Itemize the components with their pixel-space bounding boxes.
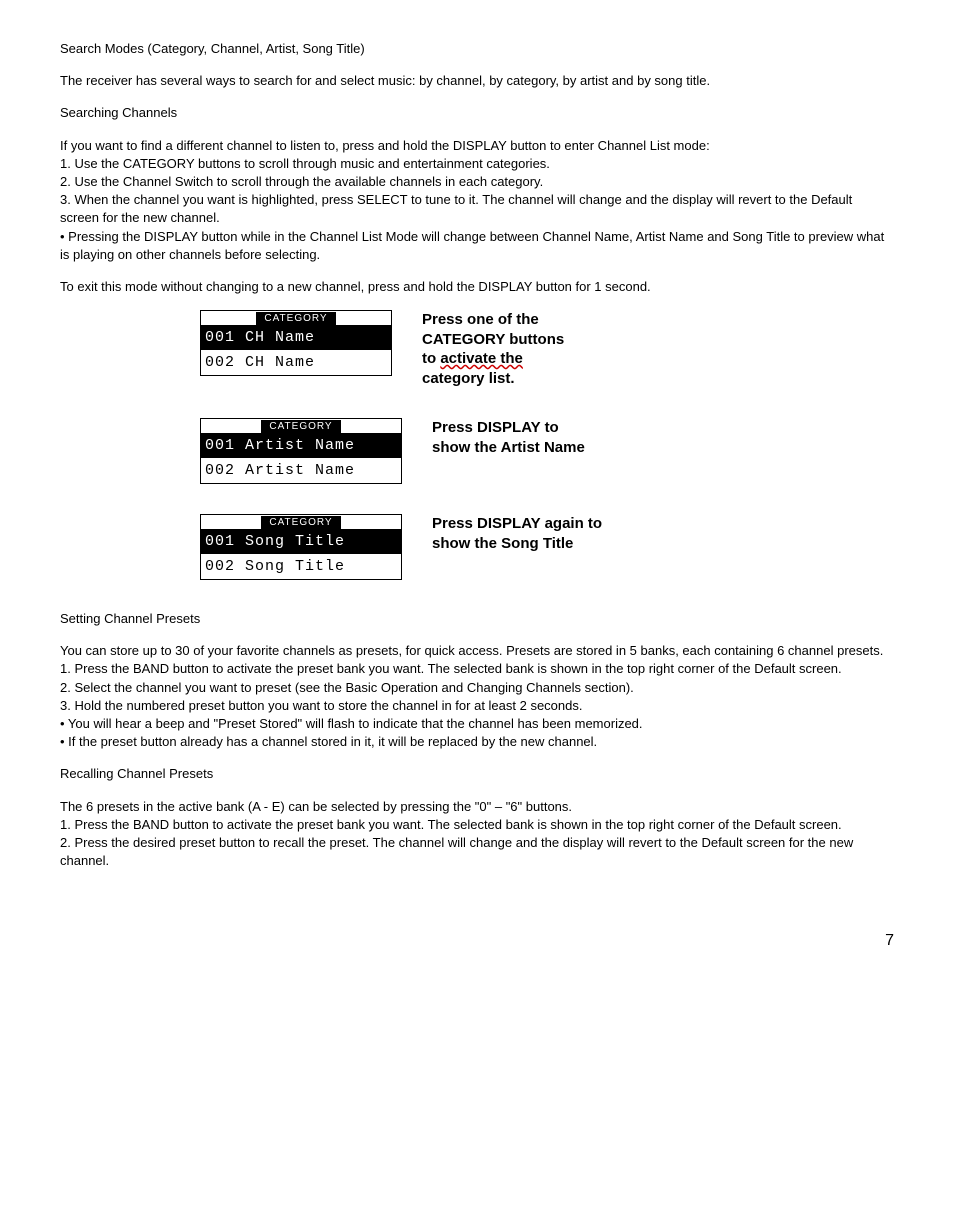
instruction-line: 1. Use the CATEGORY buttons to scroll th… bbox=[60, 155, 894, 173]
caption-squiggle-text: activate the bbox=[440, 350, 523, 367]
lcd-row-selected: 001 Artist Name bbox=[201, 433, 401, 458]
lcd-display-artists: CATEGORY 001 Artist Name 002 Artist Name bbox=[200, 418, 402, 484]
section-heading-searching-channels: Searching Channels bbox=[60, 104, 894, 122]
caption-line: CATEGORY buttons bbox=[422, 331, 564, 348]
figure-channel-list: CATEGORY 001 CH Name 002 CH Name Press o… bbox=[60, 310, 894, 388]
lcd-row: 002 Artist Name bbox=[201, 458, 401, 483]
caption-line: show the Song Title bbox=[432, 535, 573, 552]
section-heading-recalling-presets: Recalling Channel Presets bbox=[60, 765, 894, 783]
instruction-line: The 6 presets in the active bank (A - E)… bbox=[60, 798, 894, 816]
instruction-line: 3. Hold the numbered preset button you w… bbox=[60, 697, 894, 715]
lcd-tab-label: CATEGORY bbox=[261, 516, 340, 530]
lcd-display-songs: CATEGORY 001 Song Title 002 Song Title bbox=[200, 514, 402, 580]
figure-caption: Press DISPLAY again to show the Song Tit… bbox=[432, 514, 602, 553]
lcd-display-channels: CATEGORY 001 CH Name 002 CH Name bbox=[200, 310, 392, 376]
instruction-line: 2. Press the desired preset button to re… bbox=[60, 834, 894, 870]
instruction-line: 1. Press the BAND button to activate the… bbox=[60, 816, 894, 834]
caption-line: category list. bbox=[422, 370, 515, 387]
lcd-row-selected: 001 CH Name bbox=[201, 325, 391, 350]
lcd-tab-label: CATEGORY bbox=[256, 312, 335, 326]
instruction-line: 2. Use the Channel Switch to scroll thro… bbox=[60, 173, 894, 191]
instruction-line: • Pressing the DISPLAY button while in t… bbox=[60, 228, 894, 264]
caption-line: Press DISPLAY again to bbox=[432, 515, 602, 532]
instruction-line: To exit this mode without changing to a … bbox=[60, 278, 894, 296]
instruction-line: 1. Press the BAND button to activate the… bbox=[60, 660, 894, 678]
figure-caption: Press DISPLAY to show the Artist Name bbox=[432, 418, 585, 457]
intro-paragraph: The receiver has several ways to search … bbox=[60, 72, 894, 90]
lcd-tab-label: CATEGORY bbox=[261, 420, 340, 434]
figure-caption: Press one of the CATEGORY buttons to act… bbox=[422, 310, 564, 388]
instruction-line: • If the preset button already has a cha… bbox=[60, 733, 894, 751]
lcd-row: 002 CH Name bbox=[201, 350, 391, 375]
instruction-line: • You will hear a beep and "Preset Store… bbox=[60, 715, 894, 733]
instruction-line: If you want to find a different channel … bbox=[60, 137, 894, 155]
section-heading-setting-presets: Setting Channel Presets bbox=[60, 610, 894, 628]
lcd-row: 002 Song Title bbox=[201, 554, 401, 579]
instruction-line: You can store up to 30 of your favorite … bbox=[60, 642, 894, 660]
page-number: 7 bbox=[60, 930, 894, 952]
caption-line: show the Artist Name bbox=[432, 439, 585, 456]
instruction-line: 2. Select the channel you want to preset… bbox=[60, 679, 894, 697]
section-heading-search-modes: Search Modes (Category, Channel, Artist,… bbox=[60, 40, 894, 58]
instruction-line: 3. When the channel you want is highligh… bbox=[60, 191, 894, 227]
figure-song-list: CATEGORY 001 Song Title 002 Song Title P… bbox=[60, 514, 894, 580]
caption-line-part: to bbox=[422, 350, 440, 367]
lcd-row-selected: 001 Song Title bbox=[201, 529, 401, 554]
caption-line: Press DISPLAY to bbox=[432, 419, 559, 436]
figure-artist-list: CATEGORY 001 Artist Name 002 Artist Name… bbox=[60, 418, 894, 484]
caption-line: Press one of the bbox=[422, 311, 539, 328]
